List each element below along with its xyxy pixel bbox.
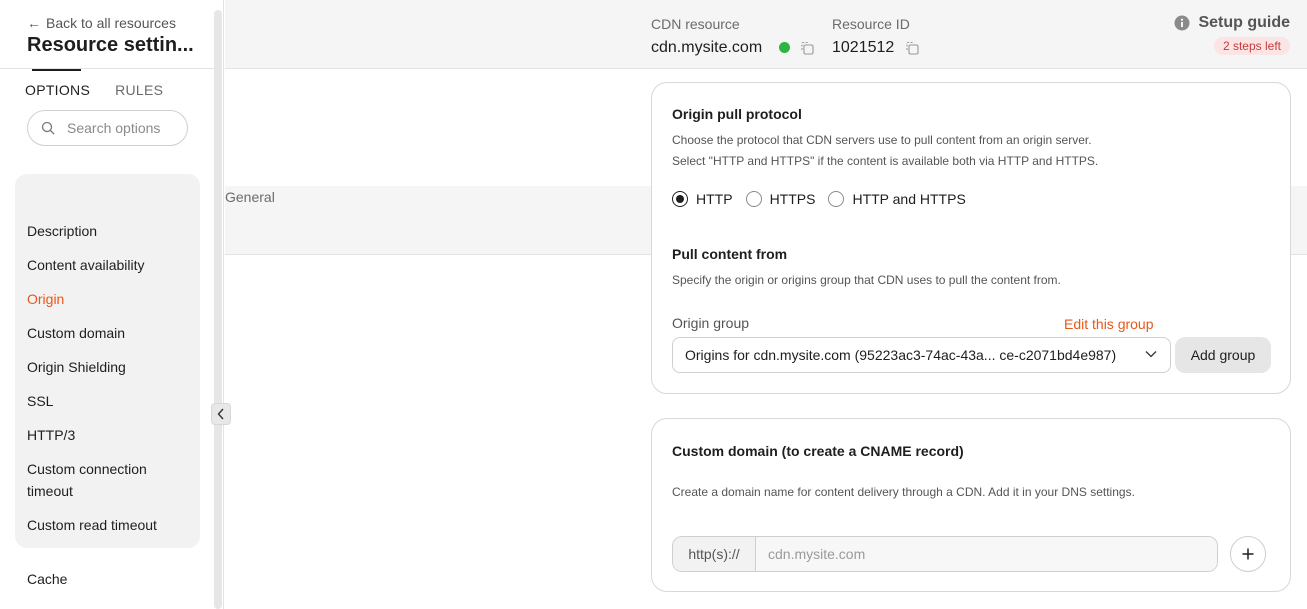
radio-http[interactable]: HTTP	[672, 191, 733, 207]
sidebar-item-custom-connection-timeout[interactable]: Custom connection timeout	[27, 458, 177, 502]
custom-domain-desc: Create a domain name for content deliver…	[672, 485, 1135, 499]
setup-guide-button[interactable]: Setup guide	[1174, 14, 1290, 32]
tab-rules[interactable]: RULES	[115, 82, 163, 98]
resource-id-value: 1021512	[832, 39, 895, 56]
add-group-button[interactable]: Add group	[1175, 337, 1271, 373]
info-icon	[1174, 15, 1190, 31]
radio-checked-icon	[672, 191, 688, 207]
plus-icon	[1242, 548, 1254, 560]
radio-http-and-https[interactable]: HTTP and HTTPS	[828, 191, 966, 207]
radio-https[interactable]: HTTPS	[745, 191, 816, 207]
custom-domain-card: Custom domain (to create a CNAME record)…	[651, 418, 1291, 592]
steps-left-badge: 2 steps left	[1213, 37, 1290, 55]
add-domain-button[interactable]	[1230, 536, 1266, 572]
back-link-label: Back to all resources	[46, 15, 176, 31]
radio-label: HTTPS	[769, 191, 816, 207]
arrow-left-icon: ←	[27, 15, 41, 31]
sidebar-scrollbar[interactable]	[214, 10, 222, 609]
copy-icon[interactable]	[800, 41, 814, 55]
sidebar-item-custom-domain[interactable]: Custom domain	[27, 322, 125, 344]
sidebar-tabs: OPTIONS RULES	[25, 82, 163, 98]
sidebar-item-cache[interactable]: Cache	[27, 568, 67, 590]
resource-header: CDN resource cdn.mysite.com Resource ID …	[225, 0, 1307, 69]
sidebar-item-http3[interactable]: HTTP/3	[27, 424, 75, 446]
setup-guide-label: Setup guide	[1198, 14, 1290, 31]
search-box	[27, 110, 188, 146]
origin-pull-desc-2: Select "HTTP and HTTPS" if the content i…	[672, 154, 1099, 168]
cdn-resource-value: cdn.mysite.com	[651, 39, 763, 56]
radio-unchecked-icon	[745, 191, 762, 207]
chevron-left-icon	[217, 408, 224, 420]
protocol-radio-group: HTTP HTTPS HTTP and HTTPS	[672, 191, 979, 207]
origin-pull-card: Origin pull protocol Choose the protocol…	[651, 82, 1291, 394]
search-icon	[41, 121, 55, 135]
sidebar-item-custom-read-timeout[interactable]: Custom read timeout	[27, 514, 157, 536]
sidebar-item-origin-shielding[interactable]: Origin Shielding	[27, 356, 126, 378]
origin-group-select[interactable]: Origins for cdn.mysite.com (95223ac3-74a…	[672, 337, 1171, 373]
chevron-down-icon	[1145, 351, 1157, 358]
sidebar-title: Resource settin...	[27, 34, 194, 56]
origin-pull-title: Origin pull protocol	[672, 106, 802, 122]
origin-group-value: Origins for cdn.mysite.com (95223ac3-74a…	[685, 347, 1117, 363]
origin-group-label: Origin group	[672, 315, 750, 331]
sidebar-item-content-availability[interactable]: Content availability	[27, 254, 145, 276]
origin-pull-desc-1: Choose the protocol that CDN servers use…	[672, 133, 1092, 147]
status-active-dot	[779, 42, 790, 53]
pull-content-title: Pull content from	[672, 246, 788, 262]
sidebar: ← Back to all resources Resource settin.…	[0, 0, 1307, 609]
custom-domain-input[interactable]	[756, 537, 1217, 571]
radio-label: HTTP	[696, 191, 733, 207]
radio-label: HTTP and HTTPS	[852, 191, 966, 207]
cdn-resource-label: CDN resource	[651, 16, 740, 32]
search-input[interactable]	[67, 120, 177, 136]
sidebar-item-ssl[interactable]: SSL	[27, 390, 53, 412]
back-to-resources-link[interactable]: ← Back to all resources	[27, 15, 176, 31]
copy-icon[interactable]	[905, 41, 919, 55]
sidebar-item-description[interactable]: Description	[27, 220, 97, 242]
resource-id-label: Resource ID	[832, 16, 910, 32]
active-tab-indicator	[32, 69, 81, 71]
protocol-prefix: http(s)://	[673, 537, 756, 571]
collapse-sidebar-button[interactable]	[211, 403, 231, 425]
tab-options[interactable]: OPTIONS	[25, 82, 90, 98]
edit-group-link[interactable]: Edit this group	[1064, 316, 1154, 332]
pull-content-desc: Specify the origin or origins group that…	[672, 273, 1061, 287]
custom-domain-title: Custom domain (to create a CNAME record)	[672, 443, 964, 459]
sidebar-item-origin[interactable]: Origin	[27, 288, 64, 310]
custom-domain-field: http(s)://	[672, 536, 1218, 572]
radio-unchecked-icon	[828, 191, 845, 207]
